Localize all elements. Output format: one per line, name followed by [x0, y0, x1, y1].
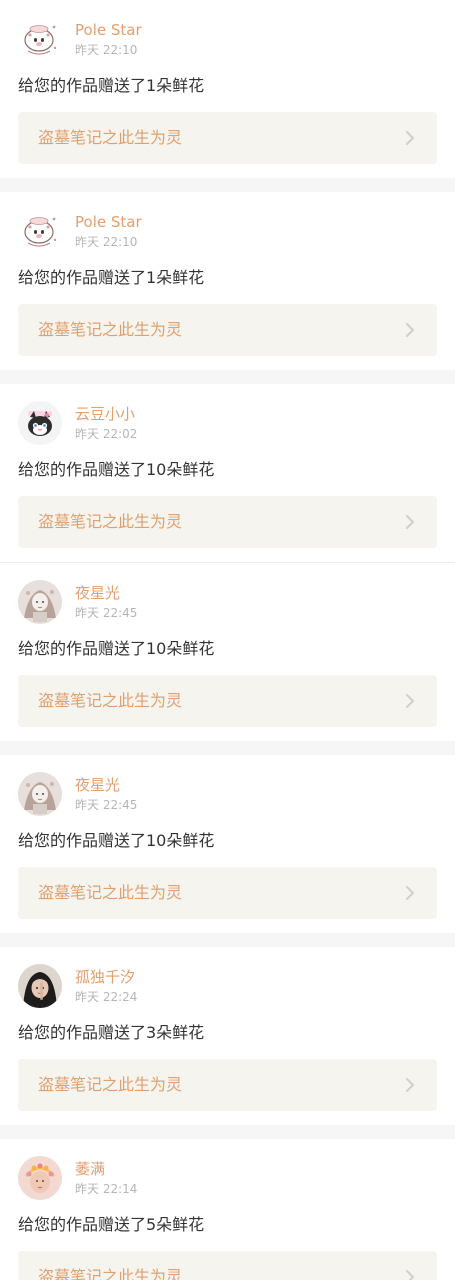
chevron-right-icon — [403, 1270, 417, 1280]
chevron-right-icon — [403, 1078, 417, 1092]
gift-message: 给您的作品赠送了3朵鲜花 — [18, 1023, 205, 1042]
gift-message: 给您的作品赠送了10朵鲜花 — [18, 460, 215, 479]
username[interactable]: Pole Star — [75, 212, 142, 232]
notification-card: 夜星光 昨天 22:45 给您的作品赠送了10朵鲜花 盗墓笔记之此生为灵 — [0, 563, 455, 741]
timestamp: 昨天 22:45 — [75, 605, 138, 620]
avatar[interactable] — [18, 772, 62, 816]
work-link[interactable]: 盗墓笔记之此生为灵 — [18, 675, 437, 727]
section-gap — [0, 933, 455, 947]
username[interactable]: 孤独千汐 — [75, 967, 137, 987]
cat-face-icon — [18, 401, 62, 445]
notification-card: 云豆小小 昨天 22:02 给您的作品赠送了10朵鲜花 盗墓笔记之此生为灵 — [0, 384, 455, 562]
work-link[interactable]: 盗墓笔记之此生为灵 — [18, 1059, 437, 1111]
username[interactable]: Pole Star — [75, 20, 142, 40]
gift-message: 给您的作品赠送了1朵鲜花 — [18, 268, 205, 287]
user-meta: 萎满 昨天 22:14 — [75, 1159, 137, 1198]
avatar[interactable] — [18, 401, 62, 445]
flower-crown-photo-icon — [18, 1156, 62, 1200]
work-link[interactable]: 盗墓笔记之此生为灵 — [18, 1251, 437, 1280]
avatar[interactable] — [18, 964, 62, 1008]
cartoon-pig-icon — [18, 17, 62, 61]
notification-header: 夜星光 昨天 22:45 — [18, 577, 437, 627]
user-meta: 夜星光 昨天 22:45 — [75, 583, 137, 622]
gift-message: 给您的作品赠送了10朵鲜花 — [18, 639, 215, 658]
section-gap — [0, 1125, 455, 1139]
work-title: 盗墓笔记之此生为灵 — [38, 1075, 183, 1094]
work-title: 盗墓笔记之此生为灵 — [38, 320, 183, 339]
sketch-portrait-icon — [18, 772, 62, 816]
timestamp: 昨天 22:10 — [75, 234, 138, 249]
notification-header: 云豆小小 昨天 22:02 — [18, 398, 437, 448]
sketch-portrait-icon — [18, 580, 62, 624]
username[interactable]: 夜星光 — [75, 775, 137, 795]
notification-header: Pole Star 昨天 22:10 — [18, 14, 437, 64]
username[interactable]: 夜星光 — [75, 583, 137, 603]
timestamp: 昨天 22:45 — [75, 797, 138, 812]
notification-card: 夜星光 昨天 22:45 给您的作品赠送了10朵鲜花 盗墓笔记之此生为灵 — [0, 755, 455, 933]
work-link[interactable]: 盗墓笔记之此生为灵 — [18, 867, 437, 919]
user-meta: Pole Star 昨天 22:10 — [75, 20, 142, 59]
notification-feed: Pole Star 昨天 22:10 给您的作品赠送了1朵鲜花 盗墓笔记之此生为… — [0, 0, 455, 1280]
avatar[interactable] — [18, 17, 62, 61]
notification-card: Pole Star 昨天 22:10 给您的作品赠送了1朵鲜花 盗墓笔记之此生为… — [0, 192, 455, 370]
section-gap — [0, 178, 455, 192]
notification-card: 孤独千汐 昨天 22:24 给您的作品赠送了3朵鲜花 盗墓笔记之此生为灵 — [0, 947, 455, 1125]
cartoon-pig-icon — [18, 209, 62, 253]
username[interactable]: 云豆小小 — [75, 404, 137, 424]
notification-card: 萎满 昨天 22:14 给您的作品赠送了5朵鲜花 盗墓笔记之此生为灵 — [0, 1139, 455, 1280]
avatar[interactable] — [18, 1156, 62, 1200]
work-link[interactable]: 盗墓笔记之此生为灵 — [18, 304, 437, 356]
chevron-right-icon — [403, 323, 417, 337]
work-link[interactable]: 盗墓笔记之此生为灵 — [18, 496, 437, 548]
user-meta: Pole Star 昨天 22:10 — [75, 212, 142, 251]
notification-header: 萎满 昨天 22:14 — [18, 1153, 437, 1203]
section-gap — [0, 370, 455, 384]
user-meta: 夜星光 昨天 22:45 — [75, 775, 137, 814]
work-title: 盗墓笔记之此生为灵 — [38, 512, 183, 531]
timestamp: 昨天 22:02 — [75, 426, 138, 441]
user-meta: 云豆小小 昨天 22:02 — [75, 404, 137, 443]
chevron-right-icon — [403, 694, 417, 708]
timestamp: 昨天 22:24 — [75, 989, 138, 1004]
girl-photo-icon — [18, 964, 62, 1008]
section-gap — [0, 741, 455, 755]
work-title: 盗墓笔记之此生为灵 — [38, 883, 183, 902]
work-title: 盗墓笔记之此生为灵 — [38, 691, 183, 710]
work-title: 盗墓笔记之此生为灵 — [38, 1267, 183, 1280]
avatar[interactable] — [18, 580, 62, 624]
timestamp: 昨天 22:10 — [75, 42, 138, 57]
notification-header: 孤独千汐 昨天 22:24 — [18, 961, 437, 1011]
gift-message: 给您的作品赠送了10朵鲜花 — [18, 831, 215, 850]
username[interactable]: 萎满 — [75, 1159, 137, 1179]
notification-card: Pole Star 昨天 22:10 给您的作品赠送了1朵鲜花 盗墓笔记之此生为… — [0, 0, 455, 178]
timestamp: 昨天 22:14 — [75, 1181, 138, 1196]
work-title: 盗墓笔记之此生为灵 — [38, 128, 183, 147]
notification-header: 夜星光 昨天 22:45 — [18, 769, 437, 819]
gift-message: 给您的作品赠送了5朵鲜花 — [18, 1215, 205, 1234]
chevron-right-icon — [403, 886, 417, 900]
gift-message: 给您的作品赠送了1朵鲜花 — [18, 76, 205, 95]
user-meta: 孤独千汐 昨天 22:24 — [75, 967, 137, 1006]
chevron-right-icon — [403, 515, 417, 529]
work-link[interactable]: 盗墓笔记之此生为灵 — [18, 112, 437, 164]
avatar[interactable] — [18, 209, 62, 253]
notification-header: Pole Star 昨天 22:10 — [18, 206, 437, 256]
chevron-right-icon — [403, 131, 417, 145]
